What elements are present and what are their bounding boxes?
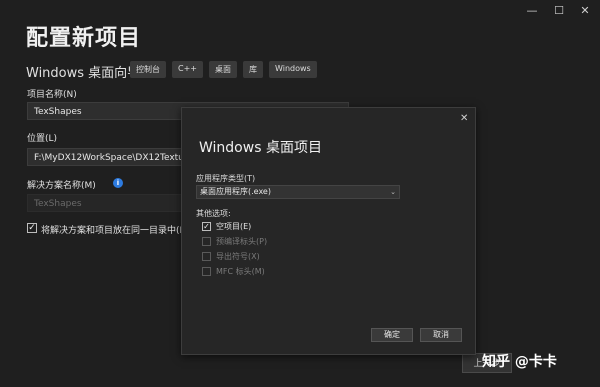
option-label: MFC 标头(M) xyxy=(216,267,265,276)
checkbox[interactable]: ✓ xyxy=(202,222,211,231)
tag: 桌面 xyxy=(209,61,237,78)
option-export-symbols: 导出符号(X) xyxy=(202,251,260,262)
option-label: 导出符号(X) xyxy=(216,252,260,261)
checkbox xyxy=(202,252,211,261)
checkbox xyxy=(202,267,211,276)
checkbox xyxy=(202,237,211,246)
page-title: 配置新项目 xyxy=(26,26,142,51)
maximize-icon[interactable]: ☐ xyxy=(552,4,566,17)
project-name-label: 项目名称(N) xyxy=(27,90,77,100)
minimize-icon[interactable]: — xyxy=(525,4,539,17)
watermark: 知乎 @卡卡 xyxy=(482,354,557,370)
chevron-down-icon: ⌄ xyxy=(390,188,396,196)
dialog-title: Windows 桌面项目 xyxy=(199,140,322,156)
dialog-close-icon[interactable]: ✕ xyxy=(460,113,468,124)
other-options-label: 其他选项: xyxy=(196,209,231,218)
tag: C++ xyxy=(172,61,203,78)
app-type-value: 桌面应用程序(.exe) xyxy=(200,187,271,196)
tag: 控制台 xyxy=(130,61,166,78)
option-precompiled-header: 预编译标头(P) xyxy=(202,236,267,247)
tag: 库 xyxy=(243,61,263,78)
same-dir-checkbox[interactable]: ✓ xyxy=(27,223,37,233)
info-icon[interactable]: i xyxy=(113,178,123,188)
option-mfc-headers: MFC 标头(M) xyxy=(202,266,265,277)
option-empty-project[interactable]: ✓ 空项目(E) xyxy=(202,221,251,232)
option-label: 预编译标头(P) xyxy=(216,237,268,246)
app-type-select[interactable]: 桌面应用程序(.exe) ⌄ xyxy=(196,185,400,199)
ok-button[interactable]: 确定 xyxy=(371,328,413,342)
cancel-button[interactable]: 取消 xyxy=(420,328,462,342)
same-dir-label: 将解决方案和项目放在同一目录中(D) xyxy=(41,226,190,236)
windows-desktop-project-dialog: ✕ Windows 桌面项目 应用程序类型(T) 桌面应用程序(.exe) ⌄ … xyxy=(181,107,476,355)
tag-list: 控制台 C++ 桌面 库 Windows xyxy=(130,61,317,78)
page-subtitle: Windows 桌面向导 xyxy=(26,66,141,81)
solution-name-label: 解决方案名称(M) xyxy=(27,181,96,191)
location-label: 位置(L) xyxy=(27,134,58,144)
option-label: 空项目(E) xyxy=(216,222,252,231)
app-type-label: 应用程序类型(T) xyxy=(196,174,256,183)
close-icon[interactable]: ✕ xyxy=(578,4,592,17)
tag: Windows xyxy=(269,61,317,78)
